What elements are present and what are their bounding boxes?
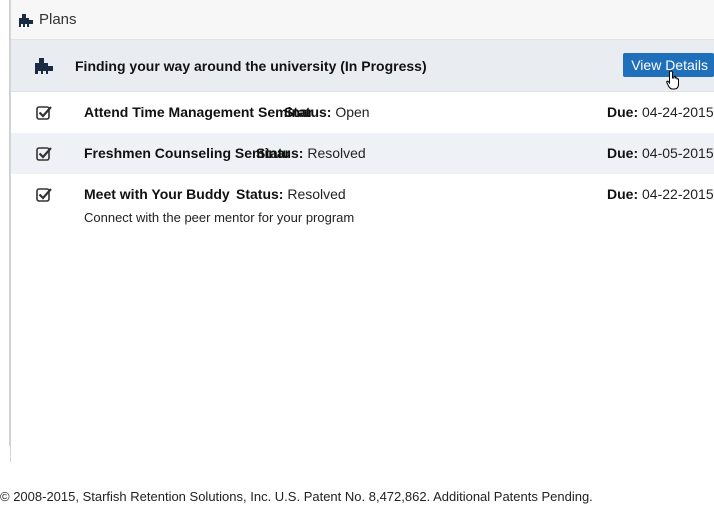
checkbox-checked-icon[interactable]: [36, 187, 52, 202]
task-status: Status: Resolved: [236, 186, 346, 202]
plan-row: Finding your way around the university (…: [11, 40, 714, 92]
task-name: Meet with Your Buddy: [84, 186, 230, 202]
task-due: Due: 04-22-2015: [607, 186, 714, 202]
plans-header: Plans: [11, 0, 714, 40]
plans-panel: Plans Finding your way around the univer…: [10, 0, 714, 462]
puzzle-icon: [33, 56, 55, 76]
puzzle-icon: [17, 12, 35, 28]
task-status: Status: Open: [284, 104, 370, 120]
plan-title: Finding your way around the university (…: [75, 57, 427, 74]
task-due: Due: 04-24-2015: [607, 104, 714, 120]
checkbox-checked-icon[interactable]: [36, 105, 52, 120]
task-row: Freshmen Counseling Seminar Status: Reso…: [11, 133, 714, 174]
checkbox-checked-icon[interactable]: [36, 146, 52, 161]
task-name: Attend Time Management Seminar: [84, 104, 314, 120]
hand-cursor-icon: [666, 70, 682, 90]
task-due: Due: 04-05-2015: [607, 145, 714, 161]
task-row: Meet with Your Buddy Status: Resolved Du…: [11, 174, 714, 230]
footer-copyright: © 2008-2015, Starfish Retention Solution…: [0, 489, 593, 504]
plans-title: Plans: [39, 11, 77, 28]
task-row: Attend Time Management Seminar Status: O…: [11, 92, 714, 133]
task-description: Connect with the peer mentor for your pr…: [84, 210, 355, 225]
task-status: Status: Resolved: [256, 145, 366, 161]
